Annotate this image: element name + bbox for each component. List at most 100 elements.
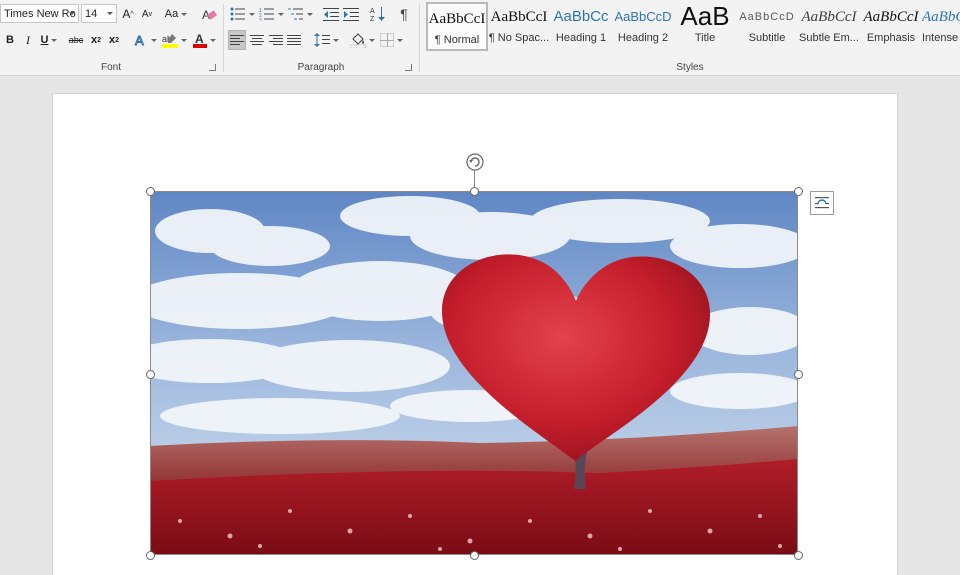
heart-tree-picture[interactable]: [150, 191, 798, 555]
style-name: Subtle Em...: [799, 32, 859, 44]
style-preview: AaBbCcI: [490, 9, 548, 25]
sort-button[interactable]: A Z: [368, 4, 388, 24]
paragraph-dialog-launcher[interactable]: [405, 64, 412, 71]
font-dialog-launcher[interactable]: [209, 64, 216, 71]
paragraph-group-label: Paragraph: [297, 62, 345, 73]
style-name: Emphasis: [866, 32, 916, 44]
grow-font-glyph: A: [122, 7, 131, 21]
bold-button[interactable]: B: [2, 30, 18, 50]
change-case-button[interactable]: Aa: [162, 4, 190, 24]
superscript-button[interactable]: x2: [106, 30, 122, 50]
italic-button[interactable]: I: [20, 30, 36, 50]
align-center-button[interactable]: [248, 30, 266, 50]
font-size-value: 14: [85, 7, 98, 20]
font-size-dropdown[interactable]: 14: [81, 4, 117, 23]
font-family-value: Times New Ro: [4, 7, 76, 20]
chevron-down-icon: [277, 12, 284, 16]
style-subtle-emphasis[interactable]: AaBbCcI Subtle Em...: [798, 2, 860, 51]
svg-text:A: A: [195, 32, 204, 46]
grow-font-button[interactable]: A ^: [120, 4, 136, 24]
style-preview: AaBbCc: [553, 8, 609, 25]
font-color-button[interactable]: A: [190, 30, 218, 50]
resize-handle-left[interactable]: [146, 370, 155, 379]
style-name: ¶ No Spac...: [488, 32, 550, 44]
paint-bucket-icon: [349, 33, 366, 48]
resize-handle-right[interactable]: [794, 370, 803, 379]
align-left-button[interactable]: [228, 30, 246, 50]
resize-handle-top[interactable]: [470, 187, 479, 196]
chevron-down-icon: [181, 12, 188, 16]
align-left-icon: [230, 35, 244, 45]
svg-text:A: A: [135, 33, 144, 47]
resize-handle-bottom-left[interactable]: [146, 551, 155, 560]
style-name: Subtitle: [748, 32, 786, 44]
decrease-indent-button[interactable]: [321, 4, 341, 24]
align-right-button[interactable]: [267, 30, 285, 50]
style-heading-1[interactable]: AaBbCc Heading 1: [550, 2, 612, 51]
font-family-dropdown[interactable]: Times New Ro: [0, 4, 79, 23]
style-heading-2[interactable]: AaBbCcD Heading 2: [612, 2, 674, 51]
borders-button[interactable]: [377, 30, 405, 50]
layout-options-button[interactable]: [810, 191, 834, 215]
multilevel-list-button[interactable]: [286, 4, 314, 24]
style-name: Title: [694, 32, 716, 44]
style-no-spacing[interactable]: AaBbCcI ¶ No Spac...: [488, 2, 550, 51]
styles-group: AaBbCcI ¶ Normal AaBbCcI ¶ No Spac... Aa…: [420, 0, 960, 76]
style-name: Intense: [922, 32, 959, 44]
show-formatting-marks-button[interactable]: ¶: [395, 4, 413, 24]
style-subtitle[interactable]: AaBbCcD Subtitle: [736, 2, 798, 51]
shrink-font-glyph: A: [141, 8, 149, 20]
clear-formatting-button[interactable]: A: [200, 4, 218, 24]
bullets-button[interactable]: [228, 4, 256, 24]
style-name: Heading 1: [555, 32, 607, 44]
shrink-font-button[interactable]: Av: [139, 4, 155, 24]
chevron-down-icon: [368, 38, 375, 42]
resize-handle-bottom[interactable]: [470, 551, 479, 560]
shrink-arrow-icon: v: [148, 10, 153, 18]
highlight-color-button[interactable]: ab: [160, 30, 188, 50]
decrease-indent-icon: [323, 8, 339, 21]
style-normal[interactable]: AaBbCcI ¶ Normal: [426, 2, 488, 51]
justify-button[interactable]: [285, 30, 303, 50]
resize-handle-top-left[interactable]: [146, 187, 155, 196]
svg-text:Z: Z: [370, 16, 375, 22]
underline-button[interactable]: U: [38, 30, 60, 50]
change-case-glyph: Aa: [164, 8, 179, 20]
chevron-down-icon: [51, 38, 58, 42]
numbering-button[interactable]: 1 2 3: [257, 4, 285, 24]
font-group-label: Font: [100, 62, 121, 73]
subscript-button[interactable]: x2: [88, 30, 104, 50]
chevron-down-icon: [150, 38, 157, 42]
layout-options-icon: [815, 197, 829, 209]
grow-arrow-icon: ^: [130, 10, 134, 18]
subscript-sub: 2: [97, 36, 102, 44]
style-preview: AaBbCcD: [614, 9, 672, 24]
shading-button[interactable]: [348, 30, 376, 50]
chevron-down-icon: [209, 38, 216, 42]
svg-text:3: 3: [259, 18, 262, 21]
resize-handle-top-right[interactable]: [794, 187, 803, 196]
ribbon: Times New Ro 14 A ^ Av Aa A B I U abc x …: [0, 0, 960, 76]
multilevel-list-icon: [287, 8, 303, 20]
style-emphasis[interactable]: AaBbCcI Emphasis: [860, 2, 922, 51]
heart-tree-photo: [150, 191, 798, 555]
font-color-icon: A: [192, 32, 207, 48]
chevron-down-icon: [69, 12, 75, 15]
text-effects-button[interactable]: A: [132, 30, 158, 50]
style-name: Heading 2: [617, 32, 669, 44]
underline-glyph: U: [40, 34, 49, 46]
justify-icon: [287, 35, 301, 45]
strikethrough-button[interactable]: abc: [66, 30, 86, 50]
bold-glyph: B: [6, 34, 14, 46]
line-spacing-icon: [313, 33, 330, 47]
style-title[interactable]: AaB Title: [674, 2, 736, 51]
line-spacing-button[interactable]: [312, 30, 340, 50]
style-intense-emphasis[interactable]: AaBbCcI Intense: [922, 2, 960, 51]
increase-indent-button[interactable]: [341, 4, 361, 24]
resize-handle-bottom-right[interactable]: [794, 551, 803, 560]
rotate-handle[interactable]: [465, 152, 485, 172]
chevron-down-icon: [107, 12, 113, 15]
pilcrow-glyph: ¶: [400, 6, 408, 22]
style-preview: AaBbCcI: [428, 11, 486, 27]
style-name: ¶ Normal: [434, 34, 480, 46]
